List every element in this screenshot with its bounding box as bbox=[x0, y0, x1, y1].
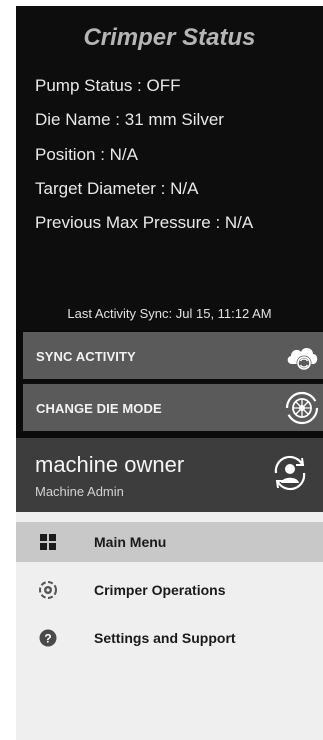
crimper-icon bbox=[39, 581, 57, 599]
app-drawer: Crimper Status Pump Status : OFF Die Nam… bbox=[16, 6, 323, 740]
menu-item-main-menu[interactable]: Main Menu bbox=[16, 522, 323, 562]
menu-item-label: Settings and Support bbox=[94, 630, 236, 646]
crimper-status-panel: Crimper Status Pump Status : OFF Die Nam… bbox=[16, 6, 323, 330]
die-name: Die Name : 31 mm Silver bbox=[35, 110, 224, 129]
user-role: Machine Admin bbox=[35, 484, 124, 499]
svg-text:?: ? bbox=[44, 632, 51, 646]
menu-item-label: Crimper Operations bbox=[94, 582, 226, 598]
last-activity-sync: Last Activity Sync: Jul 15, 11:12 AM bbox=[67, 306, 272, 321]
user-name: machine owner bbox=[35, 452, 185, 477]
menu-item-label: Main Menu bbox=[94, 534, 167, 550]
sync-activity-label: SYNC ACTIVITY bbox=[36, 349, 136, 364]
help-icon: ? bbox=[39, 629, 57, 647]
page-title: Crimper Status bbox=[83, 24, 256, 51]
grid-icon bbox=[40, 534, 56, 550]
target-diameter: Target Diameter : N/A bbox=[35, 179, 199, 198]
navigation-menu: Main Menu Crimper Operations ? Settings … bbox=[16, 512, 323, 740]
die-refresh-icon bbox=[285, 391, 319, 425]
pump-status: Pump Status : OFF bbox=[35, 76, 181, 95]
sync-activity-button[interactable]: SYNC ACTIVITY bbox=[23, 332, 323, 379]
position-status: Position : N/A bbox=[35, 145, 138, 164]
change-die-mode-button[interactable]: CHANGE DIE MODE bbox=[23, 384, 323, 431]
previous-max-pressure: Previous Max Pressure : N/A bbox=[35, 213, 254, 232]
menu-item-settings-support[interactable]: ? Settings and Support bbox=[16, 618, 323, 658]
user-profile-panel: machine owner Machine Admin bbox=[16, 438, 323, 512]
switch-user-icon[interactable] bbox=[269, 452, 311, 494]
menu-item-crimper-operations[interactable]: Crimper Operations bbox=[16, 570, 323, 610]
change-die-mode-label: CHANGE DIE MODE bbox=[36, 401, 162, 416]
cloud-sync-icon bbox=[287, 348, 318, 371]
